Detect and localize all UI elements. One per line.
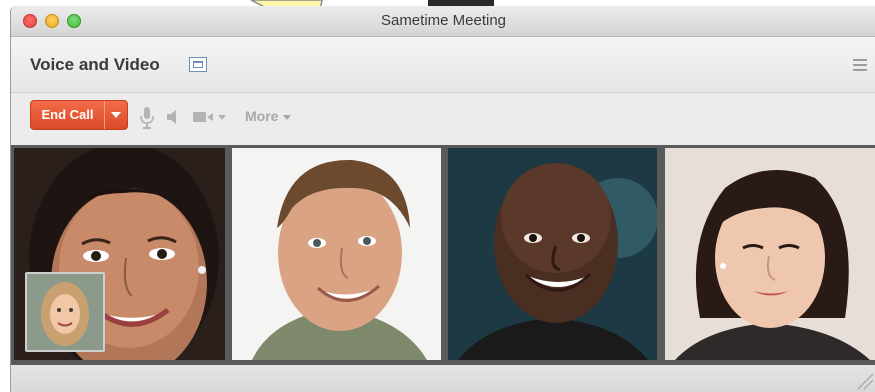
video-camera-icon[interactable] [193,111,227,123]
participant-video[interactable] [232,148,441,360]
window-footer [11,365,875,392]
more-label: More [245,108,279,124]
self-view-image [27,274,103,350]
end-call-dropdown-icon[interactable] [104,101,127,129]
participant-face-image [232,148,441,360]
title-bar[interactable]: Sametime Meeting [11,6,875,37]
video-grid [11,145,875,365]
speaker-icon[interactable] [166,109,180,125]
participant-video[interactable] [14,148,225,360]
end-call-label: End Call [41,107,94,122]
panel-header: Voice and Video [11,37,875,93]
self-view-thumbnail[interactable] [25,272,105,352]
panel-title: Voice and Video [30,55,160,74]
window-title: Sametime Meeting [380,12,507,29]
more-caret-icon [283,114,292,120]
popout-icon[interactable] [189,57,207,72]
menu-icon[interactable] [853,59,867,71]
participant-video[interactable] [665,148,875,360]
participant-face-image [665,148,875,360]
meeting-window: Sametime Meeting Voice and Video End Cal… [10,6,875,392]
resize-grip-icon[interactable] [854,370,874,390]
more-menu[interactable]: More [245,108,292,124]
call-toolbar: End Call More [11,93,875,145]
end-call-button[interactable]: End Call [30,100,128,130]
participant-video[interactable] [448,148,657,360]
microphone-icon[interactable] [139,106,155,130]
participant-face-image [448,148,657,360]
